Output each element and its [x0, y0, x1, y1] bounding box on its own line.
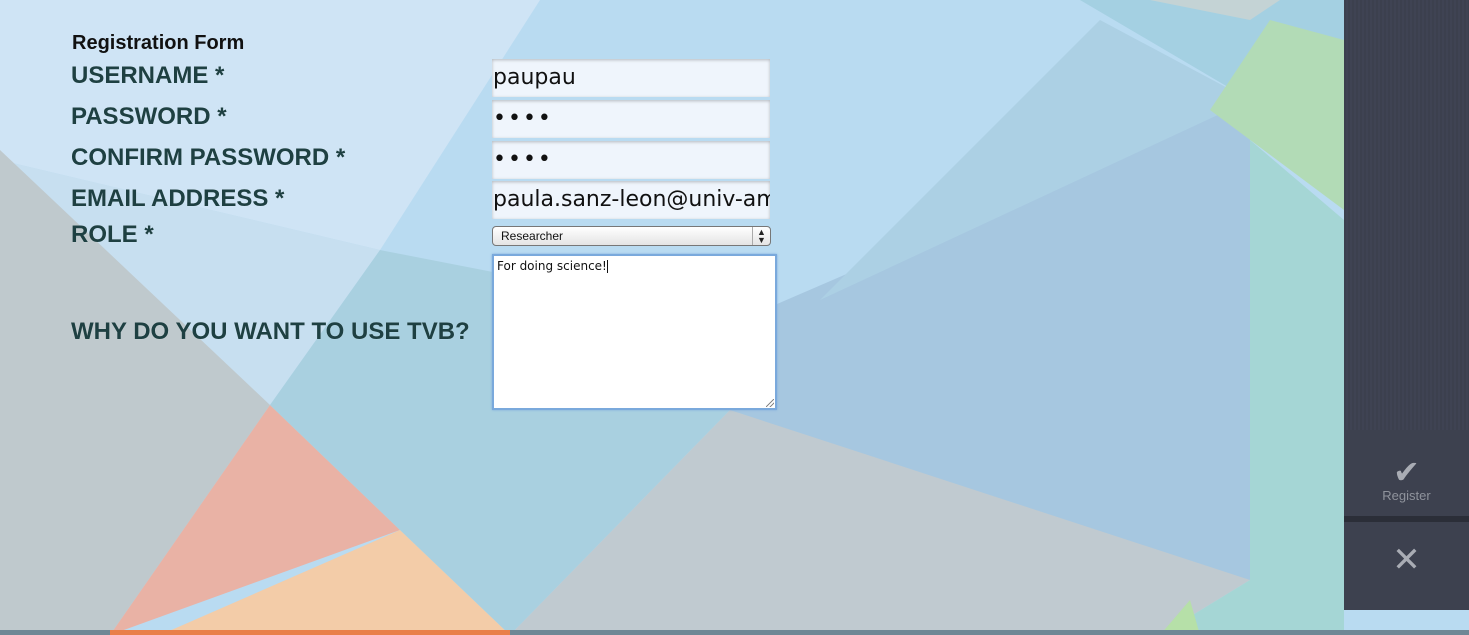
why-textarea-value: For doing science! — [497, 259, 607, 273]
bottom-bar — [0, 630, 1469, 635]
close-icon: ✕ — [1392, 541, 1421, 579]
email-label: EMAIL ADDRESS * — [71, 185, 285, 212]
username-label: USERNAME * — [71, 62, 225, 89]
email-input[interactable]: paula.sanz-leon@univ-am — [492, 181, 770, 219]
checkmark-icon: ✔ — [1393, 454, 1420, 490]
role-label: ROLE * — [71, 221, 154, 248]
action-sidebar: ✔ Register ✕ — [1344, 0, 1469, 610]
password-label: PASSWORD * — [71, 103, 227, 130]
password-input[interactable]: •••• — [492, 100, 770, 138]
register-button[interactable]: ✔ Register — [1344, 440, 1469, 516]
register-label: Register — [1382, 488, 1431, 503]
username-input[interactable]: paupau — [492, 59, 770, 97]
select-arrows-icon: ▲ ▼ — [752, 227, 770, 245]
bottom-bar-accent — [110, 630, 510, 635]
sidebar-texture — [1344, 0, 1469, 430]
close-button[interactable]: ✕ — [1344, 522, 1469, 610]
confirm-password-input[interactable]: •••• — [492, 141, 770, 179]
why-label: WHY DO YOU WANT TO USE TVB? — [71, 318, 470, 345]
form-title: Registration Form — [72, 32, 245, 54]
confirm-password-label: CONFIRM PASSWORD * — [71, 144, 346, 171]
why-textarea[interactable]: For doing science! — [492, 254, 777, 410]
role-select-value: Researcher — [501, 229, 564, 243]
role-select[interactable]: Researcher ▲ ▼ — [492, 226, 771, 246]
resize-grip-icon[interactable] — [766, 399, 774, 407]
